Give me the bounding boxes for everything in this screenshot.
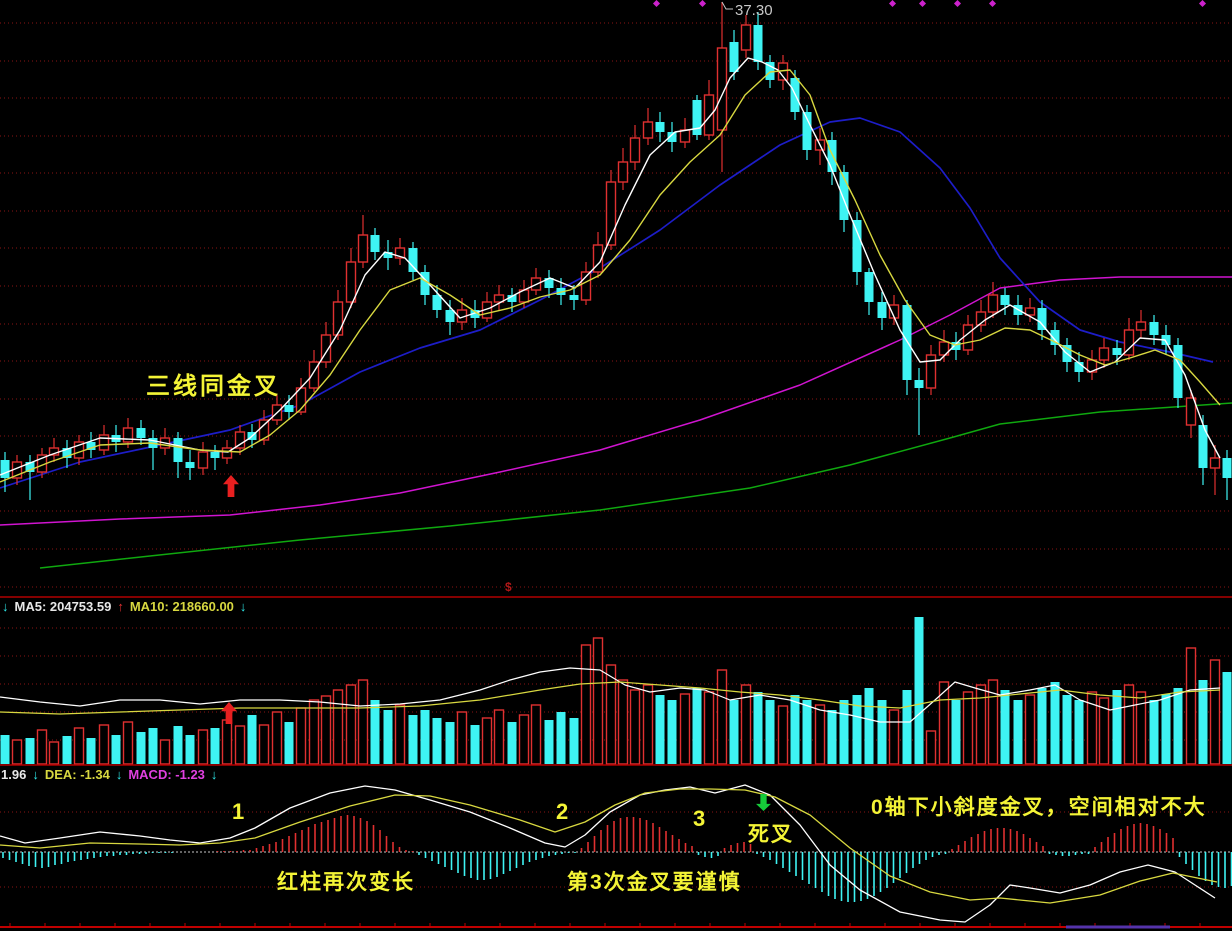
macd-note-mid: 第3次金叉要谨慎 <box>567 866 742 896</box>
peak-price-label: 37.30 <box>735 2 773 19</box>
macd-dif-down-arrow-icon: ↓ <box>32 767 39 782</box>
volume-ma10-down-arrow-icon: ↓ <box>240 599 247 614</box>
volume-header: ↓ MA5: 204753.59 ↑ MA10: 218660.00 ↓ <box>2 599 246 614</box>
macd-cross-number-2: 2 <box>556 799 568 825</box>
dollar-mark: $ <box>505 580 512 594</box>
volume-prev-down-arrow-icon: ↓ <box>2 599 9 614</box>
macd-cross-number-3: 3 <box>693 806 705 832</box>
macd-cross-number-1: 1 <box>232 799 244 825</box>
macd-note-right: 0轴下小斜度金叉，空间相对不大 <box>871 791 1207 821</box>
volume-ma5-up-arrow-icon: ↑ <box>117 599 124 614</box>
stock-chart-screen: 37.30 三线同金叉 $ ↓ MA5: 204753.59 ↑ MA10: 2… <box>0 0 1232 931</box>
volume-ma5-label: MA5: 204753.59 <box>15 599 112 614</box>
macd-note-left: 红柱再次变长 <box>277 866 415 896</box>
death-cross-label: 死叉 <box>748 818 794 848</box>
macd-header: 1.96 ↓ DEA: -1.34 ↓ MACD: -1.23 ↓ <box>1 767 217 782</box>
macd-dea-label: DEA: -1.34 <box>45 767 110 782</box>
macd-value-label: MACD: -1.23 <box>128 767 205 782</box>
golden-cross-annotation: 三线同金叉 <box>146 366 281 401</box>
volume-ma10-label: MA10: 218660.00 <box>130 599 234 614</box>
macd-dif-value: 1.96 <box>1 767 26 782</box>
macd-dea-down-arrow-icon: ↓ <box>116 767 123 782</box>
macd-down-arrow-icon: ↓ <box>211 767 218 782</box>
